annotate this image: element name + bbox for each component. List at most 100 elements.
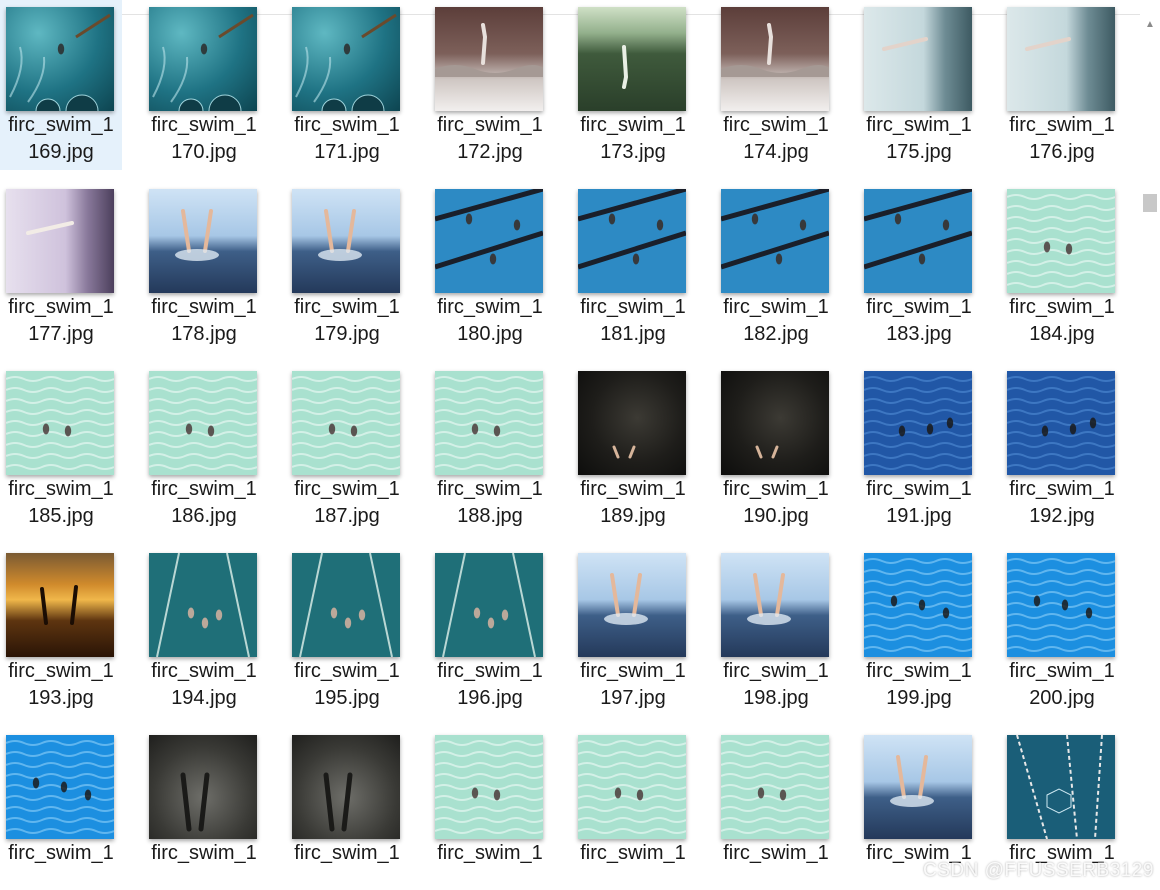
file-name-label[interactable]: firc_swim_1 176.jpg (1001, 112, 1123, 166)
file-name-label[interactable]: firc_swim_1 178.jpg (143, 294, 265, 348)
file-thumbnail-grid[interactable]: firc_swim_1 169.jpg firc_swim_1 170.jpg fi… (0, 0, 1140, 890)
image-thumbnail[interactable] (149, 371, 257, 475)
file-name-label[interactable]: firc_swim_1 192.jpg (1001, 476, 1123, 530)
file-name-label[interactable]: firc_swim_1 182.jpg (715, 294, 837, 348)
image-thumbnail[interactable] (721, 735, 829, 839)
file-tile[interactable]: firc_swim_1 180.jpg (429, 182, 551, 352)
image-thumbnail[interactable] (149, 735, 257, 839)
file-tile[interactable]: firc_swim_1 194.jpg (143, 546, 265, 716)
file-name-label[interactable]: firc_swim_1 (572, 840, 694, 867)
file-tile[interactable]: firc_swim_1 179.jpg (286, 182, 408, 352)
file-name-label[interactable]: firc_swim_1 193.jpg (0, 658, 122, 712)
image-thumbnail[interactable] (721, 371, 829, 475)
image-thumbnail[interactable] (721, 189, 829, 293)
image-thumbnail[interactable] (864, 189, 972, 293)
file-name-label[interactable]: firc_swim_1 184.jpg (1001, 294, 1123, 348)
file-tile[interactable]: firc_swim_1 171.jpg (286, 0, 408, 170)
file-tile[interactable]: firc_swim_1 183.jpg (858, 182, 980, 352)
image-thumbnail[interactable] (578, 553, 686, 657)
image-thumbnail[interactable] (578, 7, 686, 111)
file-name-label[interactable]: firc_swim_1 170.jpg (143, 112, 265, 166)
file-tile[interactable]: firc_swim_1 193.jpg (0, 546, 122, 716)
image-thumbnail[interactable] (578, 371, 686, 475)
file-tile[interactable]: firc_swim_1 177.jpg (0, 182, 122, 352)
image-thumbnail[interactable] (292, 189, 400, 293)
image-thumbnail[interactable] (864, 553, 972, 657)
file-tile[interactable]: firc_swim_1 196.jpg (429, 546, 551, 716)
image-thumbnail[interactable] (1007, 553, 1115, 657)
image-thumbnail[interactable] (435, 189, 543, 293)
file-name-label[interactable]: firc_swim_1 (429, 840, 551, 867)
file-name-label[interactable]: firc_swim_1 185.jpg (0, 476, 122, 530)
image-thumbnail[interactable] (435, 735, 543, 839)
file-tile[interactable]: firc_swim_1 (572, 728, 694, 890)
file-tile[interactable]: firc_swim_1 172.jpg (429, 0, 551, 170)
image-thumbnail[interactable] (292, 735, 400, 839)
file-name-label[interactable]: firc_swim_1 171.jpg (286, 112, 408, 166)
file-name-label[interactable]: firc_swim_1 174.jpg (715, 112, 837, 166)
file-name-label[interactable]: firc_swim_1 177.jpg (0, 294, 122, 348)
file-tile[interactable]: firc_swim_1 188.jpg (429, 364, 551, 534)
image-thumbnail[interactable] (721, 7, 829, 111)
file-tile[interactable]: firc_swim_1 195.jpg (286, 546, 408, 716)
image-thumbnail[interactable] (721, 553, 829, 657)
image-thumbnail[interactable] (578, 189, 686, 293)
file-name-label[interactable]: firc_swim_1 196.jpg (429, 658, 551, 712)
file-tile[interactable]: firc_swim_1 185.jpg (0, 364, 122, 534)
file-name-label[interactable]: firc_swim_1 172.jpg (429, 112, 551, 166)
file-tile[interactable]: firc_swim_1 182.jpg (715, 182, 837, 352)
file-name-label[interactable]: firc_swim_1 169.jpg (0, 112, 122, 166)
scroll-up-arrow-icon[interactable]: ▲ (1143, 20, 1157, 30)
image-thumbnail[interactable] (1007, 189, 1115, 293)
file-tile[interactable]: firc_swim_1 (715, 728, 837, 890)
file-tile[interactable]: firc_swim_1 200.jpg (1001, 546, 1123, 716)
image-thumbnail[interactable] (149, 553, 257, 657)
file-tile[interactable]: firc_swim_1 190.jpg (715, 364, 837, 534)
file-name-label[interactable]: firc_swim_1 173.jpg (572, 112, 694, 166)
image-thumbnail[interactable] (435, 7, 543, 111)
file-name-label[interactable]: firc_swim_1 191.jpg (858, 476, 980, 530)
file-name-label[interactable]: firc_swim_1 179.jpg (286, 294, 408, 348)
file-name-label[interactable]: firc_swim_1 (0, 840, 122, 867)
image-thumbnail[interactable] (6, 189, 114, 293)
image-thumbnail[interactable] (6, 7, 114, 111)
file-tile[interactable]: firc_swim_1 173.jpg (572, 0, 694, 170)
image-thumbnail[interactable] (6, 735, 114, 839)
file-tile[interactable]: firc_swim_1 176.jpg (1001, 0, 1123, 170)
file-tile[interactable]: firc_swim_1 (143, 728, 265, 890)
image-thumbnail[interactable] (292, 371, 400, 475)
file-name-label[interactable]: firc_swim_1 200.jpg (1001, 658, 1123, 712)
file-tile[interactable]: firc_swim_1 198.jpg (715, 546, 837, 716)
file-tile[interactable]: firc_swim_1 187.jpg (286, 364, 408, 534)
scroll-thumb[interactable] (1143, 194, 1157, 212)
file-tile[interactable]: firc_swim_1 191.jpg (858, 364, 980, 534)
file-name-label[interactable]: firc_swim_1 190.jpg (715, 476, 837, 530)
scroll-track[interactable] (1140, 34, 1160, 884)
file-tile[interactable]: firc_swim_1 199.jpg (858, 546, 980, 716)
file-tile[interactable]: firc_swim_1 181.jpg (572, 182, 694, 352)
image-thumbnail[interactable] (1007, 7, 1115, 111)
file-name-label[interactable]: firc_swim_1 180.jpg (429, 294, 551, 348)
file-name-label[interactable]: firc_swim_1 183.jpg (858, 294, 980, 348)
file-name-label[interactable]: firc_swim_1 (715, 840, 837, 867)
file-name-label[interactable]: firc_swim_1 194.jpg (143, 658, 265, 712)
image-thumbnail[interactable] (435, 371, 543, 475)
file-name-label[interactable]: firc_swim_1 (286, 840, 408, 867)
file-name-label[interactable]: firc_swim_1 (143, 840, 265, 867)
file-name-label[interactable]: firc_swim_1 175.jpg (858, 112, 980, 166)
file-tile[interactable]: firc_swim_1 174.jpg (715, 0, 837, 170)
file-name-label[interactable]: firc_swim_1 195.jpg (286, 658, 408, 712)
image-thumbnail[interactable] (864, 735, 972, 839)
file-tile[interactable]: firc_swim_1 169.jpg (0, 0, 122, 170)
image-thumbnail[interactable] (1007, 735, 1115, 839)
image-thumbnail[interactable] (6, 371, 114, 475)
file-name-label[interactable]: firc_swim_1 186.jpg (143, 476, 265, 530)
file-name-label[interactable]: firc_swim_1 197.jpg (572, 658, 694, 712)
image-thumbnail[interactable] (578, 735, 686, 839)
file-name-label[interactable]: firc_swim_1 187.jpg (286, 476, 408, 530)
file-tile[interactable]: firc_swim_1 184.jpg (1001, 182, 1123, 352)
file-tile[interactable]: firc_swim_1 (286, 728, 408, 890)
image-thumbnail[interactable] (1007, 371, 1115, 475)
file-tile[interactable]: firc_swim_1 189.jpg (572, 364, 694, 534)
file-name-label[interactable]: firc_swim_1 181.jpg (572, 294, 694, 348)
